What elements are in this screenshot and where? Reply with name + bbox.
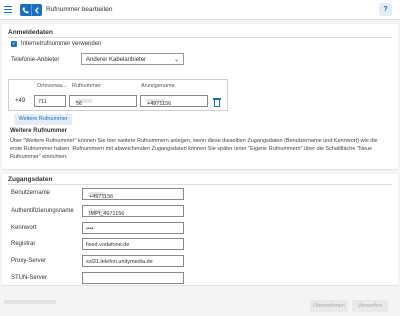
auth-name-input[interactable]: IMPI_4971156 bbox=[82, 205, 184, 217]
provider-select[interactable]: Anderer Kabelanbieter ⌄ bbox=[81, 53, 184, 65]
footer-bar: Übernehmen Verwerfen bbox=[0, 296, 400, 316]
more-numbers-heading: Weitere Rufnummer bbox=[10, 128, 67, 134]
nav-button-group bbox=[20, 4, 42, 16]
help-button[interactable]: ? bbox=[379, 3, 392, 16]
proxy-value: ssl31.telefon.unitymedia.de bbox=[86, 258, 153, 265]
country-prefix: +49 bbox=[15, 98, 26, 104]
top-bar: Rufnummer bearbeiten ? bbox=[0, 0, 400, 20]
auth-name-label: Authentifizierungsname bbox=[11, 208, 74, 214]
back-chevron-icon[interactable] bbox=[30, 4, 43, 16]
page-title: Rufnummer bearbeiten bbox=[46, 6, 113, 13]
area-code-input[interactable]: 711 bbox=[34, 95, 66, 107]
add-number-button[interactable]: Weitere Rufnummer bbox=[14, 114, 72, 125]
column-header-area-code: Ortsvorwa... bbox=[37, 83, 67, 89]
provider-label: Telefonie-Anbieter bbox=[11, 57, 60, 63]
checkbox-label: Internetrufnummer verwenden bbox=[21, 41, 102, 47]
access-panel: Zugangsdaten Benutzername +4971156 Authe… bbox=[2, 174, 398, 286]
stun-label: STUN-Server bbox=[11, 275, 48, 281]
registrar-value: fixed.vodafone.de bbox=[86, 241, 130, 248]
username-input[interactable]: +4971156 bbox=[82, 188, 184, 200]
proxy-input[interactable]: ssl31.telefon.unitymedia.de bbox=[82, 255, 184, 267]
proxy-label: Proxy-Server bbox=[11, 258, 47, 264]
divider bbox=[8, 184, 392, 185]
more-numbers-description: Über "Weitere Rufnummer" können Sie hier… bbox=[10, 138, 378, 160]
registrar-label: Registrar bbox=[11, 241, 36, 247]
stun-input[interactable] bbox=[82, 272, 184, 284]
number-table: Ortsvorwa... Rufnummer Anzeigename +49 7… bbox=[8, 79, 228, 111]
password-value: •••• bbox=[86, 225, 94, 232]
registration-panel: Anmeldedaten ✓ Internetrufnummer verwend… bbox=[2, 24, 398, 170]
auth-name-value: IMPI_4971156 bbox=[89, 211, 125, 217]
username-label: Benutzername bbox=[11, 190, 51, 196]
display-name-value: +4971156 bbox=[147, 101, 172, 107]
display-name-input[interactable]: +4971156 bbox=[140, 95, 208, 107]
footer-note bbox=[4, 300, 56, 304]
provider-value: Anderer Kabelanbieter bbox=[86, 56, 147, 63]
divider bbox=[8, 37, 392, 38]
username-value: +4971156 bbox=[89, 194, 114, 200]
discard-button[interactable]: Verwerfen bbox=[352, 300, 388, 312]
area-code-value: 711 bbox=[38, 98, 47, 105]
phone-icon[interactable] bbox=[20, 4, 31, 16]
column-header-number: Rufnummer bbox=[72, 83, 101, 89]
number-input[interactable]: 56 bbox=[69, 95, 137, 107]
column-header-display-name: Anzeigename bbox=[141, 83, 175, 89]
internet-number-checkbox[interactable]: ✓ bbox=[11, 41, 17, 47]
registrar-input[interactable]: fixed.vodafone.de bbox=[82, 238, 184, 250]
chevron-down-icon: ⌄ bbox=[173, 56, 179, 63]
trash-icon[interactable] bbox=[213, 98, 221, 107]
section-title-access: Zugangsdaten bbox=[8, 176, 53, 183]
password-input[interactable]: •••• bbox=[82, 222, 184, 234]
number-value: 56 bbox=[76, 101, 83, 107]
password-label: Kennwort bbox=[11, 225, 37, 231]
section-title-registration: Anmeldedaten bbox=[8, 29, 53, 36]
menu-icon[interactable] bbox=[4, 6, 12, 13]
apply-button[interactable]: Übernehmen bbox=[310, 300, 348, 312]
